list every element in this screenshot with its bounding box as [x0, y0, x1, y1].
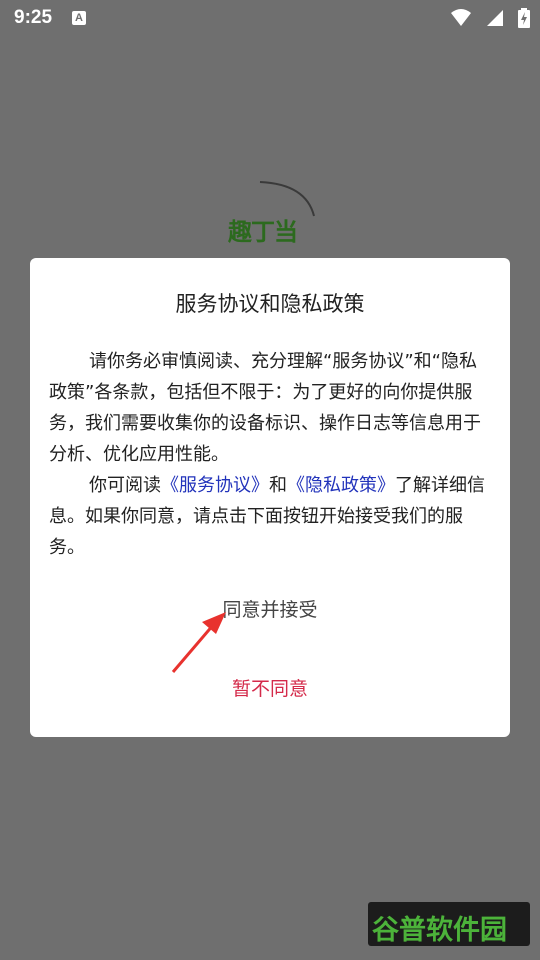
annotation-arrow-icon: [171, 612, 226, 673]
accept-button[interactable]: 同意并接受: [30, 595, 510, 622]
dialog-paragraph-2: 你可阅读《服务协议》和《隐私政策》了解详细信息。如果你同意，请点击下面按钮开始接…: [49, 470, 494, 563]
dialog-body: 请你务必审慎阅读、充分理解“服务协议”和“隐私政策”各条款，包括但不限于：为了更…: [49, 346, 494, 563]
paragraph-2-prefix: 你可阅读: [89, 475, 161, 496]
service-agreement-link[interactable]: 《服务协议》: [161, 475, 269, 496]
battery-charging-icon: [518, 8, 530, 28]
wifi-icon: [450, 9, 471, 26]
privacy-dialog: 服务协议和隐私政策 请你务必审慎阅读、充分理解“服务协议”和“隐私政策”各条款，…: [30, 258, 510, 737]
status-bar: 9:25 A: [0, 0, 540, 36]
status-time: 9:25: [14, 7, 53, 28]
decline-button[interactable]: 暂不同意: [30, 674, 510, 701]
watermark-text: 谷普软件园: [372, 915, 507, 946]
paragraph-2-middle: 和: [269, 475, 287, 496]
notification-a-icon: A: [72, 11, 86, 25]
signal-icon: [486, 10, 503, 26]
dialog-paragraph-1: 请你务必审慎阅读、充分理解“服务协议”和“隐私政策”各条款，包括但不限于：为了更…: [49, 351, 481, 465]
dialog-title: 服务协议和隐私政策: [175, 292, 365, 316]
watermark-logo: 谷普软件园: [368, 902, 530, 946]
app-logo: 趣丁当: [228, 218, 298, 246]
privacy-policy-link[interactable]: 《隐私政策》: [287, 475, 395, 496]
status-icons: [442, 8, 530, 28]
